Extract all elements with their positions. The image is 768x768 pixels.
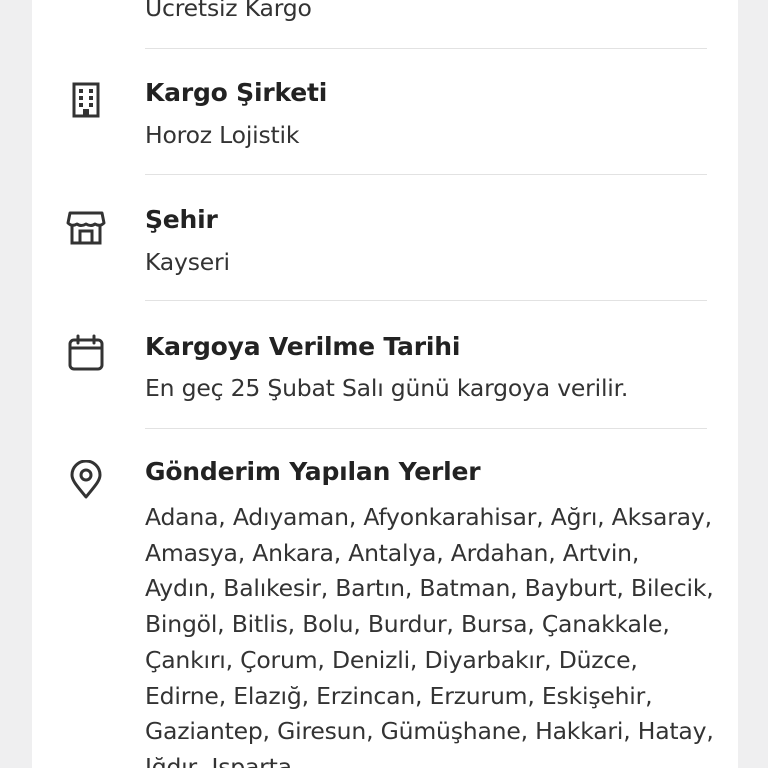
- city-value: Kayseri: [145, 248, 230, 276]
- shipping-type-value: Ücretsiz Kargo: [145, 0, 312, 22]
- cargo-company-value: Horoz Lojistik: [145, 121, 300, 149]
- divider: [145, 48, 707, 49]
- store-icon: [66, 207, 106, 247]
- divider: [145, 174, 707, 175]
- divider: [145, 300, 707, 301]
- shipping-info-card: Ücretsiz Kargo Kargo Şirketi Horoz Lojis…: [32, 0, 738, 768]
- divider: [145, 428, 707, 429]
- destinations-value: Adana, Adıyaman, Afyonkarahisar, Ağrı, A…: [145, 503, 714, 768]
- calendar-icon: [66, 333, 106, 373]
- location-pin-icon: [66, 460, 106, 500]
- city-title: Şehir: [145, 205, 218, 234]
- dispatch-date-title: Kargoya Verilme Tarihi: [145, 332, 461, 361]
- dispatch-date-value: En geç 25 Şubat Salı günü kargoya verili…: [145, 374, 629, 402]
- cargo-company-title: Kargo Şirketi: [145, 78, 328, 107]
- destinations-title: Gönderim Yapılan Yerler: [145, 457, 481, 486]
- building-icon: [66, 80, 106, 120]
